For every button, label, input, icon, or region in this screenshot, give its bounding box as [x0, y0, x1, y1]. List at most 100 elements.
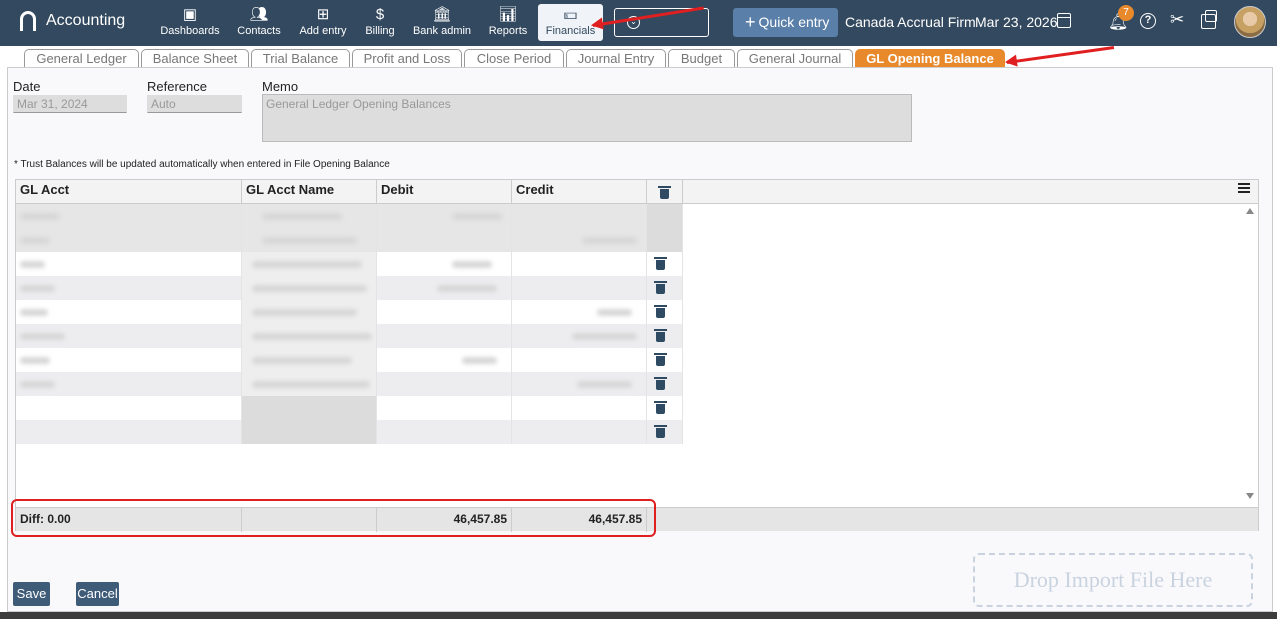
gl-acct-cell[interactable]: [16, 396, 242, 420]
delete-row-cell[interactable]: [647, 252, 683, 276]
table-row[interactable]: [16, 324, 683, 348]
table-row[interactable]: [16, 372, 683, 396]
tab-close-period[interactable]: Close Period: [464, 49, 564, 68]
avatar[interactable]: [1234, 6, 1266, 38]
nav-add-entry[interactable]: ⊞ Add entry: [297, 6, 349, 42]
tab-general-ledger[interactable]: General Ledger: [24, 49, 139, 68]
header-gl-acct-name[interactable]: GL Acct Name: [242, 180, 377, 204]
table-row[interactable]: [16, 300, 683, 324]
help-icon[interactable]: ?: [1140, 13, 1156, 29]
table-row[interactable]: [16, 252, 683, 276]
gl-acct-cell[interactable]: [16, 324, 242, 348]
gl-acct-cell[interactable]: [16, 300, 242, 324]
reference-field[interactable]: Auto: [147, 95, 242, 113]
delete-row-cell[interactable]: [647, 204, 683, 228]
trash-icon[interactable]: [654, 377, 667, 390]
drop-import-zone[interactable]: Drop Import File Here: [973, 553, 1253, 607]
delete-row-cell[interactable]: [647, 324, 683, 348]
table-row[interactable]: [16, 420, 683, 444]
calendar-icon[interactable]: [1057, 13, 1071, 28]
delete-row-cell[interactable]: [647, 396, 683, 420]
debit-cell[interactable]: [377, 324, 512, 348]
trash-icon[interactable]: [654, 353, 667, 366]
gl-acct-name-cell[interactable]: [242, 204, 377, 228]
debit-cell[interactable]: [377, 228, 512, 252]
debit-cell[interactable]: [377, 300, 512, 324]
memo-field[interactable]: General Ledger Opening Balances: [262, 94, 912, 142]
gl-acct-cell[interactable]: [16, 204, 242, 228]
save-button[interactable]: Save: [13, 582, 50, 606]
table-row[interactable]: [16, 348, 683, 372]
tools-icon[interactable]: ✂︎: [1170, 10, 1184, 30]
cancel-button[interactable]: Cancel: [76, 582, 119, 606]
credit-cell[interactable]: [512, 324, 647, 348]
table-row[interactable]: [16, 228, 683, 252]
gl-acct-cell[interactable]: [16, 228, 242, 252]
delete-row-cell[interactable]: [647, 348, 683, 372]
current-date[interactable]: Mar 23, 2026: [975, 14, 1058, 30]
debit-cell[interactable]: [377, 204, 512, 228]
table-row[interactable]: [16, 204, 683, 228]
credit-cell[interactable]: [512, 372, 647, 396]
tab-balance-sheet[interactable]: Balance Sheet: [141, 49, 249, 68]
scroll-down-arrow[interactable]: [1246, 493, 1254, 499]
tab-trial-balance[interactable]: Trial Balance: [251, 49, 350, 68]
nav-contacts[interactable]: 👥︎ Contacts: [234, 6, 284, 42]
debit-cell[interactable]: [377, 252, 512, 276]
credit-cell[interactable]: [512, 204, 647, 228]
debit-cell[interactable]: [377, 348, 512, 372]
table-row[interactable]: [16, 396, 683, 420]
debit-cell[interactable]: [377, 420, 512, 444]
credit-cell[interactable]: [512, 228, 647, 252]
nav-bank-admin[interactable]: 🏛︎ Bank admin: [411, 6, 473, 42]
tab-gl-opening-balance[interactable]: GL Opening Balance: [855, 49, 1005, 68]
gl-acct-cell[interactable]: [16, 420, 242, 444]
debit-cell[interactable]: [377, 276, 512, 300]
gl-acct-name-cell[interactable]: [242, 372, 377, 396]
gl-acct-name-cell[interactable]: [242, 396, 377, 420]
gl-acct-cell[interactable]: [16, 252, 242, 276]
header-delete-column[interactable]: [647, 180, 683, 204]
gl-acct-cell[interactable]: [16, 276, 242, 300]
delete-row-cell[interactable]: [647, 228, 683, 252]
tab-budget[interactable]: Budget: [668, 49, 735, 68]
delete-row-cell[interactable]: [647, 420, 683, 444]
header-debit[interactable]: Debit: [377, 180, 512, 204]
firm-name[interactable]: Canada Accrual Firm: [845, 14, 976, 30]
gl-acct-cell[interactable]: [16, 348, 242, 372]
gl-acct-name-cell[interactable]: [242, 276, 377, 300]
gl-acct-name-cell[interactable]: [242, 300, 377, 324]
trash-icon[interactable]: [654, 305, 667, 318]
column-menu-icon[interactable]: [1238, 183, 1250, 193]
tab-profit-and-loss[interactable]: Profit and Loss: [352, 49, 462, 68]
nav-reports[interactable]: 📊︎ Reports: [487, 6, 529, 42]
nav-dashboards[interactable]: ▣ Dashboards: [160, 6, 220, 42]
header-credit[interactable]: Credit: [512, 180, 647, 204]
date-field[interactable]: Mar 31, 2024: [13, 95, 127, 113]
debit-cell[interactable]: [377, 372, 512, 396]
gl-acct-name-cell[interactable]: [242, 348, 377, 372]
delete-row-cell[interactable]: [647, 276, 683, 300]
gl-acct-cell[interactable]: [16, 372, 242, 396]
trash-icon[interactable]: [654, 281, 667, 294]
brand[interactable]: Accounting: [20, 11, 125, 31]
trash-icon[interactable]: [654, 425, 667, 438]
scroll-up-arrow[interactable]: [1246, 208, 1254, 214]
trash-icon[interactable]: [654, 329, 667, 342]
credit-cell[interactable]: [512, 300, 647, 324]
credit-cell[interactable]: [512, 396, 647, 420]
table-row[interactable]: [16, 276, 683, 300]
credit-cell[interactable]: [512, 420, 647, 444]
delete-row-cell[interactable]: [647, 372, 683, 396]
gl-acct-name-cell[interactable]: [242, 228, 377, 252]
quick-entry-button[interactable]: + Quick entry: [733, 8, 838, 37]
delete-row-cell[interactable]: [647, 300, 683, 324]
debit-cell[interactable]: [377, 396, 512, 420]
gl-acct-name-cell[interactable]: [242, 252, 377, 276]
credit-cell[interactable]: [512, 348, 647, 372]
gl-acct-name-cell[interactable]: [242, 420, 377, 444]
header-gl-acct[interactable]: GL Acct: [16, 180, 242, 204]
credit-cell[interactable]: [512, 252, 647, 276]
tab-general-journal[interactable]: General Journal: [737, 49, 853, 68]
tab-journal-entry[interactable]: Journal Entry: [566, 49, 666, 68]
